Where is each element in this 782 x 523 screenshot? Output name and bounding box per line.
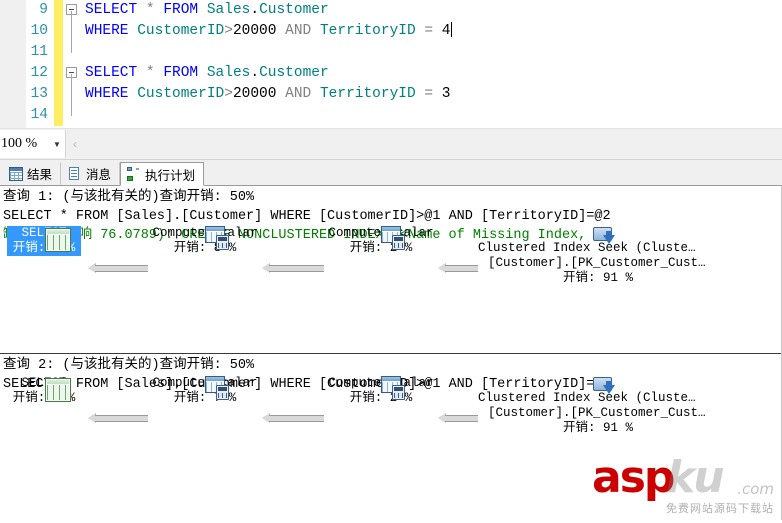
line-number: 9	[39, 2, 48, 18]
code-line[interactable]: 14	[0, 105, 782, 126]
plan-connector[interactable]	[88, 263, 148, 273]
query-plan-1: 查询 1: (与该批有关的)查询开销: 50% SELECT * FROM [S…	[0, 186, 782, 353]
plan-node-compute-scalar[interactable]: Compute Scalar 开销: 2 %	[324, 226, 438, 256]
text-caret	[450, 22, 452, 37]
plan-node-cost: 开销: 2 %	[349, 391, 413, 405]
code-text: WHERE CustomerID>20000 AND TerritoryID =…	[85, 22, 452, 39]
plan-node-select[interactable]: SELECT 开销: 0 %	[7, 226, 81, 256]
plan-node-object: [Customer].[PK_Customer_Cust…	[488, 256, 706, 270]
change-bar	[54, 105, 63, 126]
query-2-header: 查询 2: (与该批有关的)查询开销: 50%	[3, 358, 255, 373]
plan-node-label: Clustered Index Seek (Cluste…	[478, 241, 696, 255]
code-text: WHERE CustomerID>20000 AND TerritoryID =…	[85, 86, 451, 102]
plan-node-cost: 开销: 8 %	[173, 241, 237, 255]
plan-icon	[127, 167, 141, 181]
change-bar	[54, 63, 63, 84]
tab-results[interactable]: 结果	[2, 162, 62, 185]
line-number: 11	[30, 44, 48, 60]
fold-toggle[interactable]	[63, 63, 83, 84]
code-line[interactable]: 9 SELECT * FROM Sales.Customer	[0, 0, 782, 21]
plan-connector[interactable]	[438, 413, 478, 423]
chevron-down-icon[interactable]: ▼	[49, 140, 65, 149]
horizontal-scrollbar[interactable]	[84, 130, 782, 158]
change-bar	[54, 21, 63, 42]
plan-node-compute-scalar[interactable]: Compute Scalar 开销: 8 %	[148, 226, 262, 256]
execution-plan-canvas[interactable]: 查询 1: (与该批有关的)查询开销: 50% SELECT * FROM [S…	[0, 186, 782, 520]
plan-node-cost: 开销: 91 %	[562, 271, 633, 285]
plan-node-compute-scalar[interactable]: Compute Scalar 开销: 2 %	[324, 376, 438, 406]
plan-node-compute-scalar[interactable]: Compute Scalar 开销: 7 %	[148, 376, 262, 406]
plan-node-select[interactable]: SELECT 开销: 0 %	[7, 376, 81, 406]
line-number: 10	[30, 23, 48, 39]
zoom-level-combobox[interactable]: 100 % ▼	[0, 130, 66, 158]
query-1-sql: SELECT * FROM [Sales].[Customer] WHERE […	[3, 209, 611, 224]
plan-connector[interactable]	[438, 263, 478, 273]
plan-connector[interactable]	[262, 263, 324, 273]
code-text: SELECT * FROM Sales.Customer	[85, 65, 329, 81]
code-line[interactable]: 12 SELECT * FROM Sales.Customer	[0, 63, 782, 84]
plan-node-cost: 开销: 91 %	[562, 421, 633, 435]
tab-execution-plan[interactable]: 执行计划	[120, 162, 205, 186]
line-number: 13	[30, 86, 48, 102]
code-line[interactable]: 10 WHERE CustomerID>20000 AND TerritoryI…	[0, 21, 782, 42]
code-line[interactable]: 11	[0, 42, 782, 63]
fold-line	[63, 42, 83, 63]
line-number: 12	[30, 65, 48, 81]
tab-messages[interactable]: 消息	[61, 162, 121, 185]
plan-node-label: Clustered Index Seek (Cluste…	[478, 391, 696, 405]
change-bar	[54, 84, 63, 105]
plan-node-clustered-index-seek[interactable]: Clustered Index Seek (Cluste… [Customer]…	[478, 376, 778, 436]
plan-connector[interactable]	[88, 413, 148, 423]
results-tabstrip[interactable]: 结果 消息 执行计划	[0, 160, 782, 186]
fold-line	[63, 21, 83, 42]
fold-line	[63, 105, 83, 126]
plan-node-clustered-index-seek[interactable]: Clustered Index Seek (Cluste… [Customer]…	[478, 226, 778, 286]
plan-node-cost: 开销: 2 %	[349, 241, 413, 255]
plan-node-cost: 开销: 7 %	[173, 391, 237, 405]
tab-results-label: 结果	[27, 168, 53, 182]
plan-connector[interactable]	[262, 413, 324, 423]
query-plan-2: 查询 2: (与该批有关的)查询开销: 50% SELECT * FROM [S…	[0, 354, 782, 514]
fold-line	[63, 84, 83, 105]
query-1-header: 查询 1: (与该批有关的)查询开销: 50%	[3, 190, 255, 205]
grid-icon	[9, 166, 23, 181]
plan-node-object: [Customer].[PK_Customer_Cust…	[488, 406, 706, 420]
code-area[interactable]: 9 SELECT * FROM Sales.Customer 10 WHERE …	[0, 0, 782, 128]
code-text: SELECT * FROM Sales.Customer	[85, 2, 329, 18]
change-bar	[54, 0, 63, 21]
editor-zoom-bar[interactable]: 100 % ▼ ‹	[0, 129, 782, 160]
tab-messages-label: 消息	[86, 168, 112, 182]
sql-editor-pane[interactable]: 9 SELECT * FROM Sales.Customer 10 WHERE …	[0, 0, 782, 129]
code-line[interactable]: 13 WHERE CustomerID>20000 AND TerritoryI…	[0, 84, 782, 105]
scroll-left-button[interactable]: ‹	[66, 130, 84, 158]
change-bar	[54, 42, 63, 63]
zoom-level-value: 100 %	[1, 136, 38, 151]
message-icon	[68, 166, 82, 181]
tab-execution-plan-label: 执行计划	[145, 168, 196, 183]
fold-toggle[interactable]	[63, 0, 83, 21]
line-number: 14	[30, 107, 48, 123]
